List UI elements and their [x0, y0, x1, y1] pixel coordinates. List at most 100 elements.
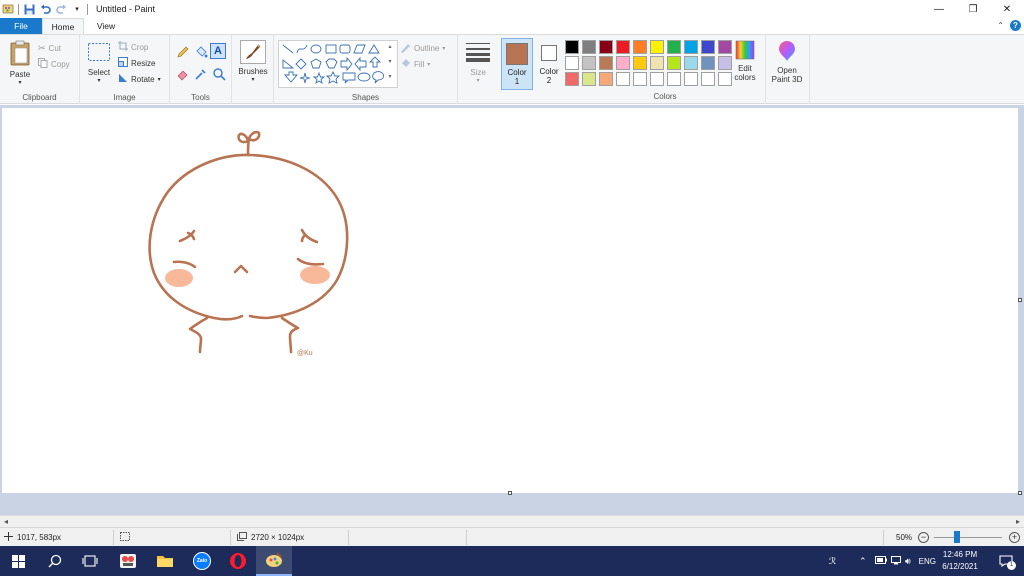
- taskbar-paint[interactable]: [256, 546, 292, 576]
- fill-button[interactable]: Fill ▾: [400, 57, 430, 71]
- redo-icon[interactable]: [55, 3, 67, 15]
- canvas-resize-handle-right[interactable]: [1018, 298, 1022, 302]
- image-group-label: Image: [113, 93, 136, 102]
- palette-swatch[interactable]: [701, 72, 715, 86]
- open-paint3d-button[interactable]: Open Paint 3D: [768, 40, 806, 84]
- people-icon[interactable]: ℛ: [829, 556, 843, 567]
- rotate-button[interactable]: Rotate ▾: [118, 72, 161, 86]
- zoom-slider-track[interactable]: [934, 537, 1002, 538]
- action-center-button[interactable]: 1: [988, 546, 1024, 576]
- palette-swatch[interactable]: [633, 40, 647, 54]
- shapes-scroll[interactable]: ▴ ▾ ▾: [385, 40, 395, 88]
- horizontal-scrollbar[interactable]: ◂ ▸: [0, 515, 1024, 527]
- edit-colors-button[interactable]: Edit colors: [730, 40, 760, 82]
- customize-qat-icon[interactable]: ▾: [71, 3, 83, 15]
- network-icon[interactable]: [891, 555, 901, 567]
- magnifier-icon[interactable]: [212, 67, 226, 83]
- input-language[interactable]: ENG: [919, 557, 936, 566]
- taskbar-clock[interactable]: 12:46 PM 6/12/2021: [936, 549, 984, 573]
- palette-swatch[interactable]: [667, 56, 681, 70]
- taskbar-file-explorer[interactable]: [147, 546, 183, 576]
- text-tool-icon[interactable]: A: [210, 43, 226, 59]
- select-dropdown-icon[interactable]: ▾: [97, 77, 100, 86]
- palette-swatch[interactable]: [599, 40, 613, 54]
- palette-swatch[interactable]: [684, 56, 698, 70]
- save-icon[interactable]: [23, 3, 35, 15]
- color2-button[interactable]: Color 2: [535, 38, 563, 90]
- help-icon[interactable]: ?: [1010, 20, 1021, 31]
- palette-swatch[interactable]: [650, 40, 664, 54]
- palette-swatch[interactable]: [565, 56, 579, 70]
- close-button[interactable]: ✕: [990, 0, 1024, 18]
- eraser-icon[interactable]: [176, 67, 190, 83]
- taskbar-zalo[interactable]: Zalo: [184, 546, 220, 576]
- ribbon-tabs: File Home View ⌃ ?: [0, 18, 1024, 34]
- crop-button[interactable]: Crop: [118, 40, 148, 54]
- zoom-out-button[interactable]: −: [918, 532, 929, 543]
- outline-button[interactable]: Outline ▾: [400, 41, 445, 55]
- fill-bucket-icon[interactable]: [194, 45, 208, 61]
- show-hidden-icons-chevron-icon[interactable]: ⌃: [859, 556, 871, 567]
- search-button[interactable]: [37, 546, 73, 576]
- zoom-slider-thumb[interactable]: [953, 531, 960, 543]
- zoom-in-button[interactable]: +: [1009, 532, 1020, 543]
- palette-swatch[interactable]: [599, 56, 613, 70]
- canvas-resize-handle-bottom[interactable]: [508, 491, 512, 495]
- artist-signature: @Ku: [297, 350, 313, 357]
- volume-icon[interactable]: 🔊︎: [905, 556, 911, 567]
- palette-swatch[interactable]: [616, 56, 630, 70]
- copy-button[interactable]: Copy: [38, 57, 70, 71]
- windows-taskbar: Zalo ℛ ⌃ 🔊︎ ENG 12:46 PM 6/12/2021 1: [0, 546, 1024, 576]
- paste-dropdown-icon[interactable]: ▾: [18, 79, 21, 88]
- paint-app-icon[interactable]: [2, 3, 14, 15]
- palette-swatch[interactable]: [667, 72, 681, 86]
- collapse-ribbon-icon[interactable]: ⌃: [997, 21, 1004, 30]
- color1-button[interactable]: Color 1: [501, 38, 533, 90]
- opera-icon: [230, 553, 246, 569]
- palette-swatch[interactable]: [650, 72, 664, 86]
- start-button[interactable]: [0, 546, 36, 576]
- palette-swatch[interactable]: [701, 40, 715, 54]
- palette-swatch[interactable]: [633, 56, 647, 70]
- battery-icon[interactable]: [875, 556, 887, 566]
- palette-swatch[interactable]: [684, 40, 698, 54]
- palette-swatch[interactable]: [582, 56, 596, 70]
- drawing-canvas[interactable]: @Ku: [2, 108, 1018, 493]
- palette-swatch[interactable]: [565, 72, 579, 86]
- palette-swatch[interactable]: [599, 72, 613, 86]
- shapes-gallery-icons: [282, 44, 385, 85]
- minimize-button[interactable]: —: [922, 0, 956, 18]
- color-picker-icon[interactable]: [194, 67, 208, 83]
- palette-swatch[interactable]: [684, 72, 698, 86]
- pencil-icon[interactable]: [176, 45, 190, 61]
- palette-swatch[interactable]: [667, 40, 681, 54]
- restore-button[interactable]: ❐: [956, 0, 990, 18]
- cut-button[interactable]: ✂ Cut: [38, 41, 61, 55]
- size-button[interactable]: Size ▾: [462, 41, 494, 86]
- palette-swatch[interactable]: [565, 40, 579, 54]
- brushes-button[interactable]: Brushes ▾: [236, 40, 270, 85]
- task-view-button[interactable]: [72, 546, 108, 576]
- taskbar-opera[interactable]: [220, 546, 256, 576]
- select-button[interactable]: Select ▾: [85, 42, 113, 86]
- shapes-gallery[interactable]: [278, 40, 398, 88]
- palette-swatch[interactable]: [582, 72, 596, 86]
- paste-button[interactable]: Paste ▾: [6, 40, 34, 88]
- palette-swatch[interactable]: [650, 56, 664, 70]
- left-arm: [188, 316, 209, 354]
- palette-swatch[interactable]: [633, 72, 647, 86]
- palette-swatch[interactable]: [701, 56, 715, 70]
- resize-button[interactable]: Resize: [118, 56, 155, 70]
- window-controls: — ❐ ✕: [922, 0, 1024, 18]
- rotate-dropdown-icon[interactable]: ▾: [158, 76, 161, 83]
- canvas-resize-handle-corner[interactable]: [1018, 491, 1022, 495]
- palette-swatch[interactable]: [582, 40, 596, 54]
- palette-swatch[interactable]: [616, 72, 630, 86]
- palette-swatch[interactable]: [616, 40, 630, 54]
- undo-icon[interactable]: [39, 3, 51, 15]
- tab-file[interactable]: File: [0, 18, 42, 34]
- tab-view[interactable]: View: [86, 18, 126, 34]
- brushes-dropdown-icon[interactable]: ▾: [251, 76, 254, 85]
- taskbar-app-snip[interactable]: [110, 546, 146, 576]
- tab-home[interactable]: Home: [42, 18, 84, 34]
